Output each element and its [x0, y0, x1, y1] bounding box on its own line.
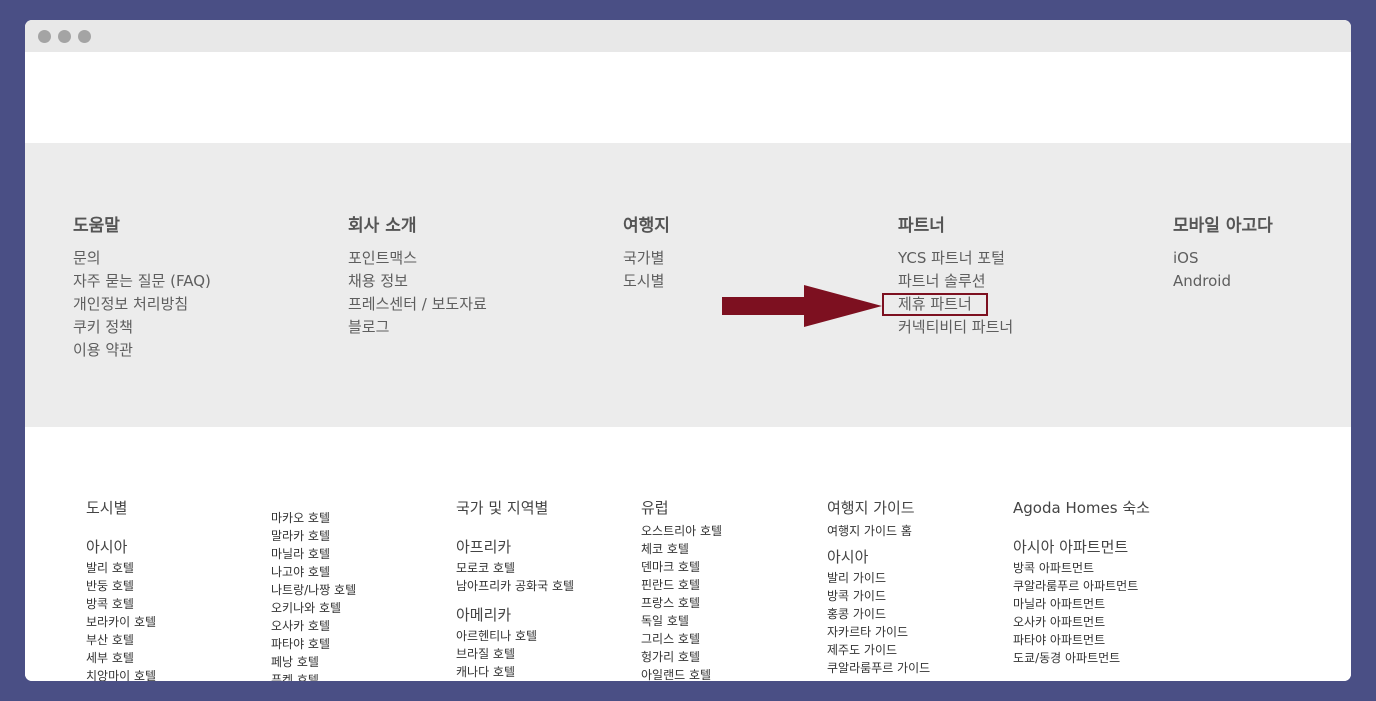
footer-column-partners: 파트너 YCS 파트너 포털 파트너 솔루션 제휴 파트너 커넥티비티 파트너	[882, 215, 1013, 339]
directory-link[interactable]: 세부 호텔	[86, 649, 156, 667]
directory-link[interactable]: 브라질 호텔	[456, 645, 574, 663]
directory-link[interactable]: 모로코 호텔	[456, 559, 574, 577]
footer-column-title: 도움말	[73, 216, 120, 236]
directory-region-heading: 아프리카	[456, 538, 512, 556]
footer-column-help: 도움말 문의 자주 묻는 질문 (FAQ) 개인정보 처리방침 쿠키 정책 이용…	[73, 215, 211, 362]
directory-heading: 국가 및 지역별	[456, 499, 549, 517]
directory-link[interactable]: 오사카 호텔	[271, 617, 356, 635]
page-content: 도움말 문의 자주 묻는 질문 (FAQ) 개인정보 처리방침 쿠키 정책 이용…	[25, 52, 1351, 681]
footer-link-press[interactable]: 프레스센터 / 보도자료	[348, 293, 487, 316]
directory-link[interactable]: 아일랜드 호텔	[641, 666, 722, 681]
directory-link[interactable]: 페낭 호텔	[271, 653, 356, 671]
footer-column-title: 파트너	[898, 216, 945, 236]
directory-link[interactable]: 마카오 호텔	[271, 509, 356, 527]
footer-link-affiliate-partners[interactable]: 제휴 파트너	[882, 293, 988, 316]
directory-link[interactable]: 남아프리카 공화국 호텔	[456, 577, 574, 595]
directory-link[interactable]: 도쿄/동경 아파트먼트	[1013, 649, 1150, 667]
directory-link[interactable]: 방콕 아파트먼트	[1013, 559, 1150, 577]
directory-column-countries: 국가 및 지역별 아프리카 모로코 호텔 남아프리카 공화국 호텔 아메리카 아…	[456, 498, 574, 681]
window-close-dot[interactable]	[38, 30, 51, 43]
directory-link[interactable]: 독일 호텔	[641, 612, 722, 630]
directory-link[interactable]: 체코 호텔	[641, 540, 722, 558]
footer-link-contact[interactable]: 문의	[73, 247, 211, 270]
directory-link[interactable]: 마닐라 호텔	[271, 545, 356, 563]
footer-link-privacy[interactable]: 개인정보 처리방침	[73, 293, 211, 316]
directory-link[interactable]: 푸켓 호텔	[271, 671, 356, 681]
directory-link[interactable]: 방콕 가이드	[827, 587, 930, 605]
directory-heading: 여행지 가이드	[827, 499, 915, 517]
directory-link[interactable]: 방콕 호텔	[86, 595, 156, 613]
footer-link-by-country[interactable]: 국가별	[623, 247, 670, 270]
footer-links-band: 도움말 문의 자주 묻는 질문 (FAQ) 개인정보 처리방침 쿠키 정책 이용…	[25, 143, 1351, 427]
directory-link[interactable]: 나고야 호텔	[271, 563, 356, 581]
directory-column-cities-2: 마카오 호텔 말라카 호텔 마닐라 호텔 나고야 호텔 나트랑/나짱 호텔 오키…	[271, 509, 356, 681]
directory-link[interactable]: 헝가리 호텔	[641, 648, 722, 666]
directory-link[interactable]: 오사카 아파트먼트	[1013, 613, 1150, 631]
directory-link[interactable]: 제주도 가이드	[827, 641, 930, 659]
footer-link-cookie-policy[interactable]: 쿠키 정책	[73, 316, 211, 339]
directory-link[interactable]: 홍콩 가이드	[827, 605, 930, 623]
directory-link[interactable]: 발리 호텔	[86, 559, 156, 577]
directory-heading: Agoda Homes 숙소	[1013, 499, 1150, 517]
browser-window: 도움말 문의 자주 묻는 질문 (FAQ) 개인정보 처리방침 쿠키 정책 이용…	[25, 20, 1351, 681]
directory-region-heading: 아메리카	[456, 606, 512, 624]
directory-link[interactable]: 치앙마이 호텔	[86, 667, 156, 681]
directory-link[interactable]: 덴마크 호텔	[641, 558, 722, 576]
directory-link[interactable]: 쿠알라룸푸르 가이드	[827, 659, 930, 677]
footer-link-connectivity-partners[interactable]: 커넥티비티 파트너	[898, 316, 1013, 339]
directory-link[interactable]: 파타야 호텔	[271, 635, 356, 653]
footer-link-android[interactable]: Android	[1173, 270, 1273, 293]
window-maximize-dot[interactable]	[78, 30, 91, 43]
directory-link[interactable]: 오키나와 호텔	[271, 599, 356, 617]
annotation-arrow-icon	[722, 285, 882, 327]
directory-column-guides: 여행지 가이드 여행지 가이드 홈 아시아 발리 가이드 방콕 가이드 홍콩 가…	[827, 498, 930, 677]
directory-region-heading: 아시아	[827, 548, 869, 566]
directory-link[interactable]: 나트랑/나짱 호텔	[271, 581, 356, 599]
footer-link-pointsmax[interactable]: 포인트맥스	[348, 247, 487, 270]
footer-link-ycs-portal[interactable]: YCS 파트너 포털	[898, 247, 1013, 270]
directory-link[interactable]: 자카르타 가이드	[827, 623, 930, 641]
directory-link[interactable]: 아르헨티나 호텔	[456, 627, 574, 645]
directory-link[interactable]: 오스트리아 호텔	[641, 522, 722, 540]
directory-region-heading: 아시아 아파트먼트	[1013, 538, 1129, 556]
footer-link-terms[interactable]: 이용 약관	[73, 339, 211, 362]
directory-heading: 도시별	[86, 499, 128, 517]
directory-link[interactable]: 파타야 아파트먼트	[1013, 631, 1150, 649]
footer-column-title: 회사 소개	[348, 216, 417, 236]
directory-region-heading: 아시아	[86, 538, 128, 556]
footer-link-affiliate-partners-row: 제휴 파트너	[882, 293, 1013, 316]
directory-link[interactable]: 캐나다 호텔	[456, 663, 574, 681]
footer-link-careers[interactable]: 채용 정보	[348, 270, 487, 293]
window-titlebar	[25, 20, 1351, 52]
directory-link[interactable]: 쿠알라룸푸르 아파트먼트	[1013, 577, 1150, 595]
footer-link-ios[interactable]: iOS	[1173, 247, 1273, 270]
directory-link[interactable]: 보라카이 호텔	[86, 613, 156, 631]
footer-link-blog[interactable]: 블로그	[348, 316, 487, 339]
directory-link[interactable]: 마닐라 아파트먼트	[1013, 595, 1150, 613]
footer-link-by-city[interactable]: 도시별	[623, 270, 670, 293]
directory-link[interactable]: 프랑스 호텔	[641, 594, 722, 612]
directory-link[interactable]: 반둥 호텔	[86, 577, 156, 595]
footer-column-title: 여행지	[623, 216, 670, 236]
footer-link-partner-solutions[interactable]: 파트너 솔루션	[898, 270, 1013, 293]
window-minimize-dot[interactable]	[58, 30, 71, 43]
footer-column-mobile: 모바일 아고다 iOS Android	[1173, 215, 1273, 293]
directory-column-cities: 도시별 아시아 발리 호텔 반둥 호텔 방콕 호텔 보라카이 호텔 부산 호텔 …	[86, 498, 156, 681]
directory-link[interactable]: 핀란드 호텔	[641, 576, 722, 594]
footer-link-faq[interactable]: 자주 묻는 질문 (FAQ)	[73, 270, 211, 293]
directory-link[interactable]: 발리 가이드	[827, 569, 930, 587]
directory-link[interactable]: 그리스 호텔	[641, 630, 722, 648]
directory-heading: 유럽	[641, 499, 669, 517]
footer-column-title: 모바일 아고다	[1173, 216, 1273, 236]
directory-link[interactable]: 여행지 가이드 홈	[827, 522, 930, 540]
footer-column-destinations: 여행지 국가별 도시별	[623, 215, 670, 293]
directory-column-europe: 유럽 오스트리아 호텔 체코 호텔 덴마크 호텔 핀란드 호텔 프랑스 호텔 독…	[641, 498, 722, 681]
directory-link[interactable]: 말라카 호텔	[271, 527, 356, 545]
directory-column-homes: Agoda Homes 숙소 아시아 아파트먼트 방콕 아파트먼트 쿠알라룸푸르…	[1013, 498, 1150, 667]
directory-link[interactable]: 부산 호텔	[86, 631, 156, 649]
footer-column-company: 회사 소개 포인트맥스 채용 정보 프레스센터 / 보도자료 블로그	[348, 215, 487, 339]
